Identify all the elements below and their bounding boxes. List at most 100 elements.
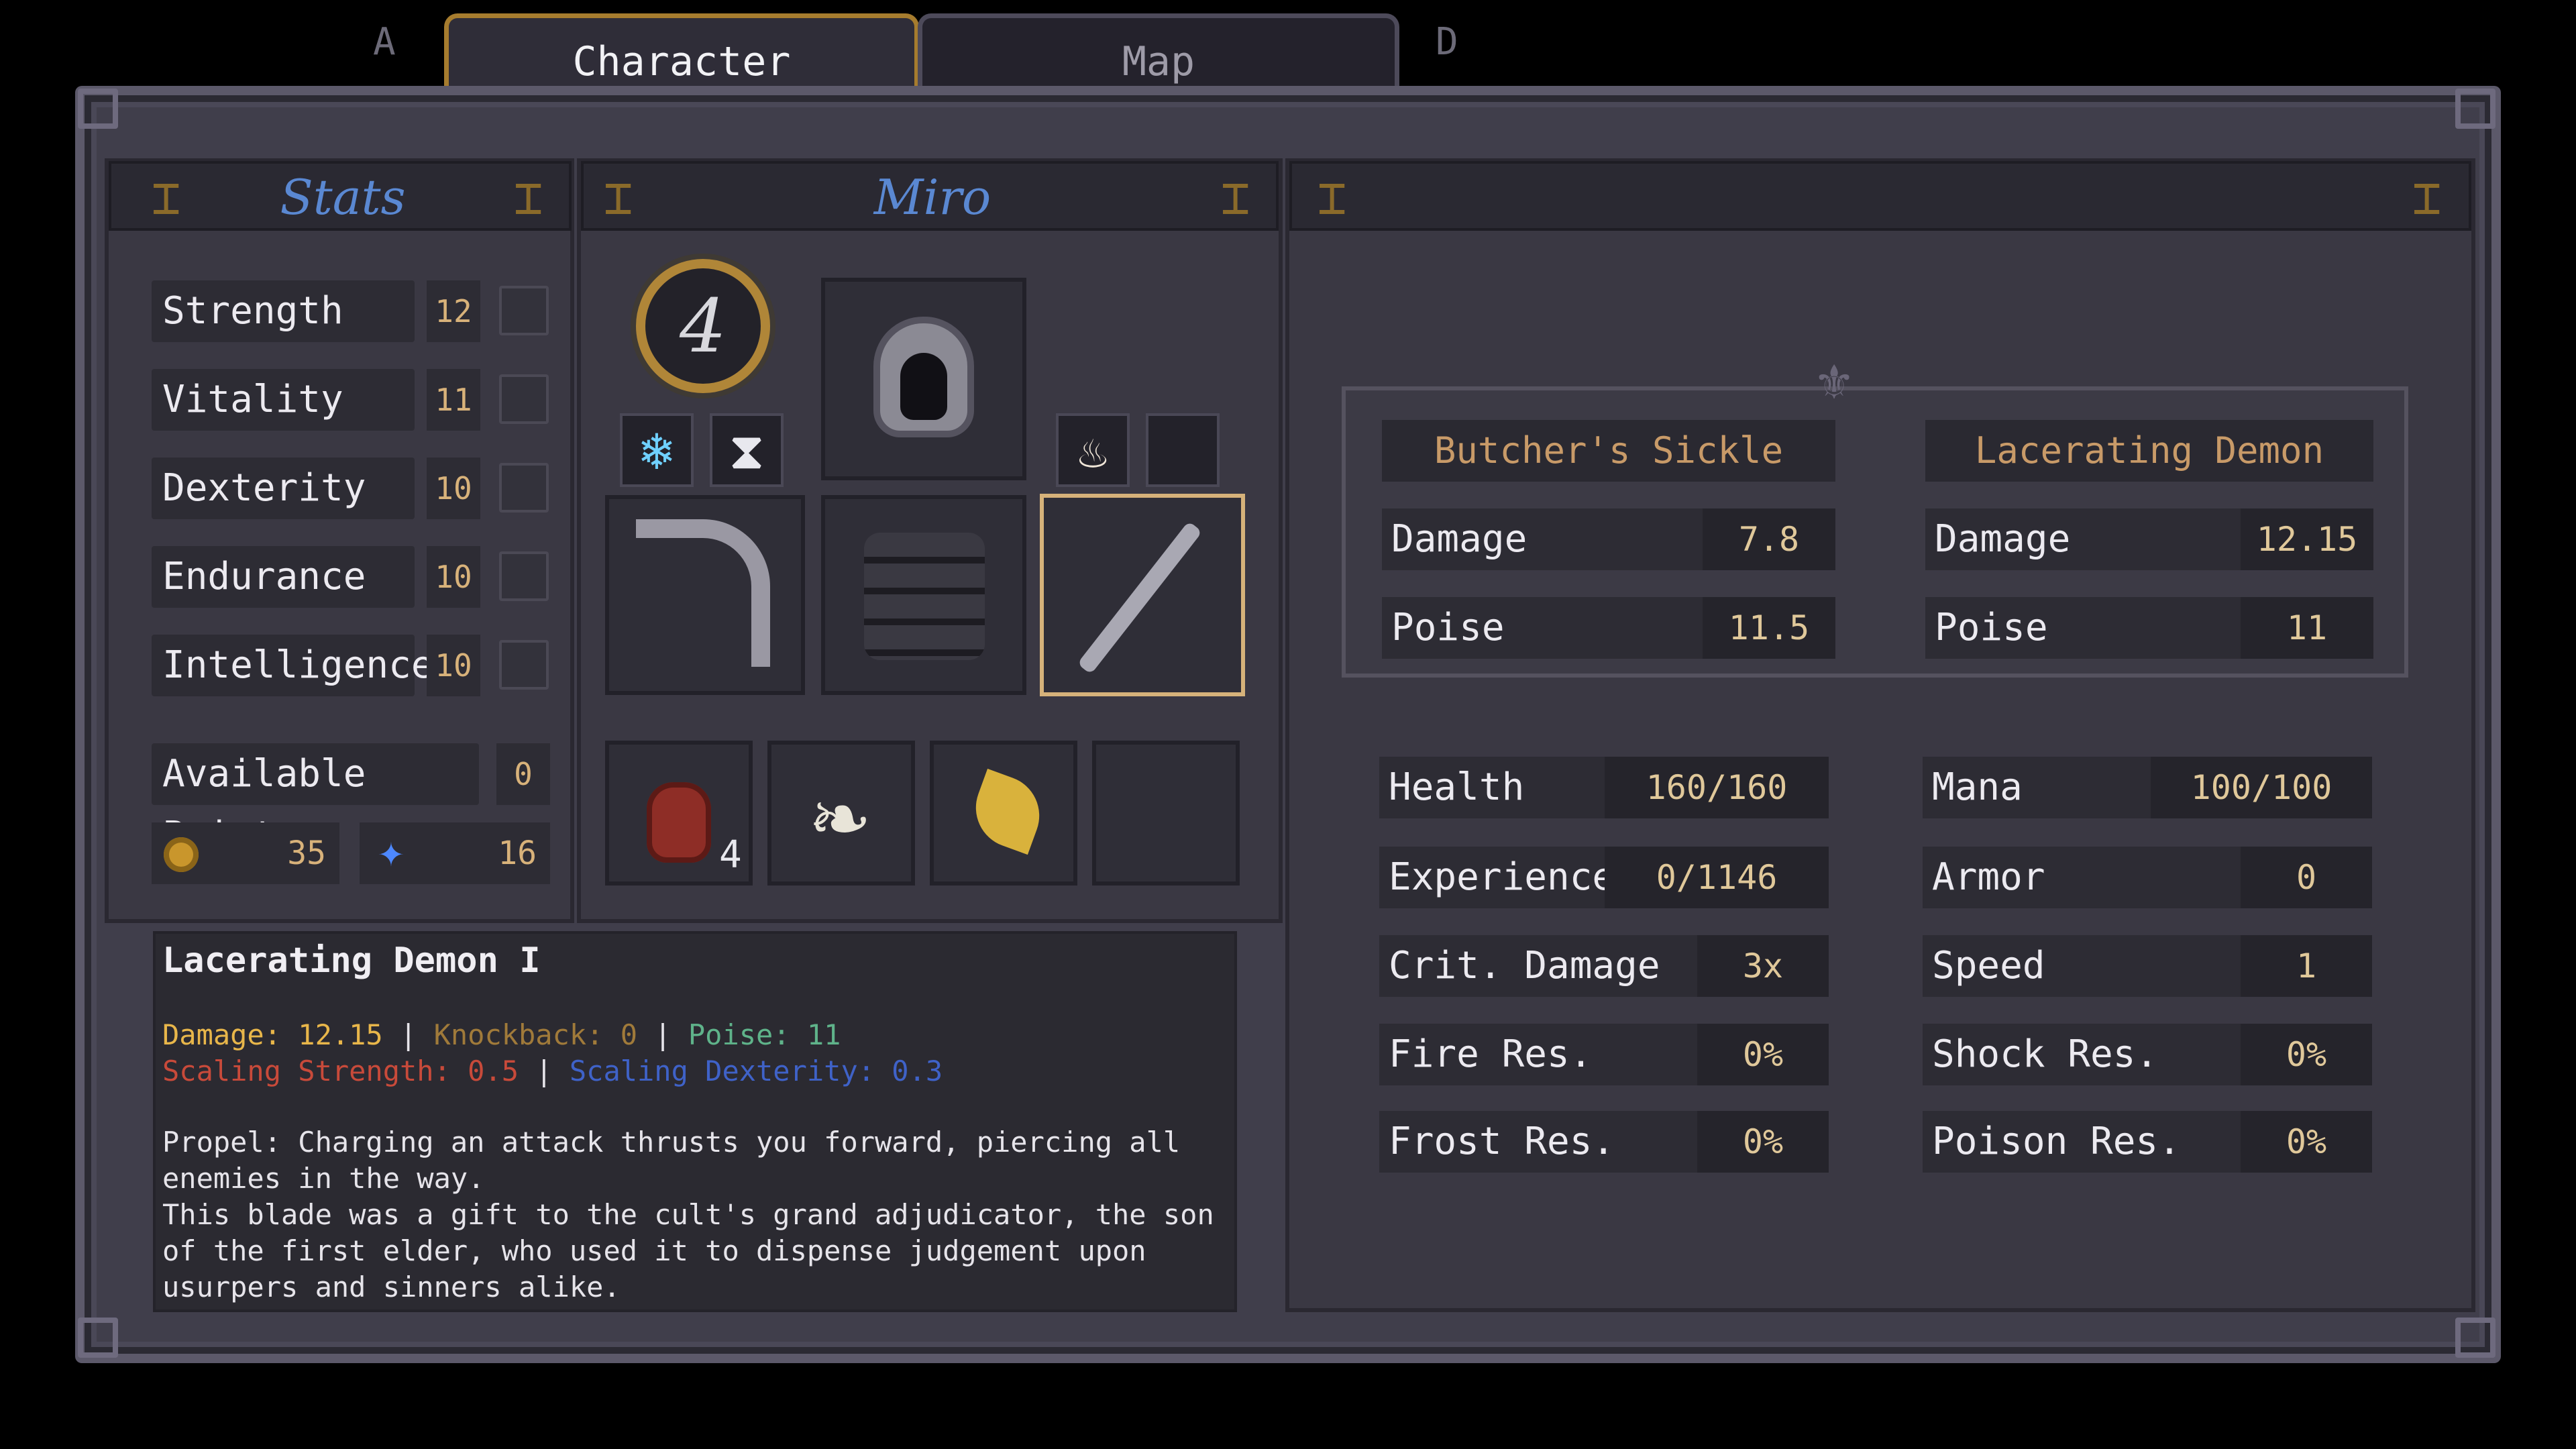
prev-tab-key-hint: A xyxy=(373,20,396,64)
increase-dexterity-button[interactable] xyxy=(499,463,549,513)
stat-value-vitality: 11 xyxy=(427,369,480,431)
leaf-icon xyxy=(964,768,1051,855)
stats-title: Stats xyxy=(280,169,406,225)
shock-res-label: Shock Res. xyxy=(1923,1024,2241,1085)
item-description-panel: Lacerating Demon I Damage: 12.15 | Knock… xyxy=(153,931,1237,1312)
equipped-poise-value: 11.5 xyxy=(1703,597,1835,659)
hood-armor-icon xyxy=(873,317,974,437)
gold-counter: 35 xyxy=(152,822,339,884)
flame-relic-slot[interactable]: ♨ xyxy=(1056,413,1130,487)
selected-poise-value: 11 xyxy=(2241,597,2373,659)
sword-weapon-icon xyxy=(1077,521,1203,675)
sickle-weapon-icon xyxy=(636,519,770,667)
armor-label: Armor xyxy=(1923,847,2241,908)
header-bracket-ornament: ⌶ xyxy=(2412,169,2442,225)
character-header: ⌶ Miro ⌶ xyxy=(581,161,1279,231)
increase-endurance-button[interactable] xyxy=(499,551,549,601)
consumable-slot-2[interactable]: ❧ xyxy=(767,741,915,885)
crit-damage-label: Crit. Damage xyxy=(1379,935,1697,997)
next-tab-key-hint: D xyxy=(1436,20,1458,64)
flame-relic-icon: ♨ xyxy=(1078,423,1108,479)
gold-coin-icon xyxy=(164,837,199,872)
stat-label-endurance: Endurance xyxy=(152,546,415,608)
health-value: 160/160 xyxy=(1605,757,1829,818)
frame-corner-ornament xyxy=(2455,1318,2496,1358)
selected-weapon-name: Lacerating Demon xyxy=(1925,420,2373,482)
stat-label-strength: Strength xyxy=(152,280,415,342)
experience-label: Experience xyxy=(1379,847,1615,908)
item-scaling-strength: Scaling Strength: 0.5 xyxy=(162,1055,519,1087)
body-armor-slot[interactable] xyxy=(821,495,1026,695)
item-poise: Poise: 11 xyxy=(688,1018,841,1051)
speed-value: 1 xyxy=(2241,935,2372,997)
speed-label: Speed xyxy=(1923,935,2241,997)
comparison-ornament: ⚜ xyxy=(1818,349,1851,411)
mana-label: Mana xyxy=(1923,757,2151,818)
increase-intelligence-button[interactable] xyxy=(499,640,549,690)
equipped-weapon-name: Butcher's Sickle xyxy=(1382,420,1835,482)
stat-value-intelligence: 10 xyxy=(427,635,480,696)
selected-damage-label: Damage xyxy=(1925,508,2241,570)
consumable-slot-1[interactable]: 4 xyxy=(605,741,753,885)
header-bracket-ornament: ⌶ xyxy=(1318,169,1347,225)
tab-character[interactable]: Character xyxy=(444,13,919,93)
equipped-poise-label: Poise xyxy=(1382,597,1703,659)
item-ability-text: Propel: Charging an attack thrusts you f… xyxy=(162,1126,1181,1195)
mana-value: 100/100 xyxy=(2151,757,2372,818)
poison-res-label: Poison Res. xyxy=(1923,1111,2241,1173)
head-armor-slot[interactable] xyxy=(821,278,1026,480)
frame-corner-ornament xyxy=(78,1318,118,1358)
item-damage: Damage: 12.15 xyxy=(162,1018,383,1051)
empty-relic-slot[interactable] xyxy=(1146,413,1220,487)
item-name: Lacerating Demon I xyxy=(162,941,541,981)
character-level-badge: 4 xyxy=(636,259,770,393)
equipped-damage-label: Damage xyxy=(1382,508,1703,570)
header-bracket-ornament: ⌶ xyxy=(514,169,543,225)
equipped-damage-value: 7.8 xyxy=(1703,508,1835,570)
increase-strength-button[interactable] xyxy=(499,286,549,335)
stat-value-dexterity: 10 xyxy=(427,458,480,519)
soul-orb-icon: ✦ xyxy=(378,825,405,877)
health-label: Health xyxy=(1379,757,1605,818)
stat-label-vitality: Vitality xyxy=(152,369,415,431)
stat-label-dexterity: Dexterity xyxy=(152,458,415,519)
shock-res-value: 0% xyxy=(2241,1024,2372,1085)
gold-amount: 35 xyxy=(287,835,326,872)
soul-amount: 16 xyxy=(498,835,537,872)
stats-header: ⌶ Stats ⌶ xyxy=(109,161,572,231)
selected-poise-label: Poise xyxy=(1925,597,2241,659)
main-weapon-slot[interactable] xyxy=(1040,494,1245,696)
item-stats-line: Damage: 12.15 | Knockback: 0 | Poise: 11 xyxy=(162,1017,841,1053)
fire-res-value: 0% xyxy=(1697,1024,1829,1085)
consumable-slot-3[interactable] xyxy=(930,741,1077,885)
frame-corner-ornament xyxy=(78,89,118,129)
hourglass-buff-icon[interactable]: ⧗ xyxy=(710,413,784,487)
chest-armor-icon xyxy=(864,533,985,660)
stat-value-strength: 12 xyxy=(427,280,480,342)
item-scaling-line: Scaling Strength: 0.5 | Scaling Dexterit… xyxy=(162,1053,943,1089)
item-lore-text: This blade was a gift to the cult's gran… xyxy=(162,1198,1214,1303)
tab-map[interactable]: Map xyxy=(918,13,1399,93)
armor-value: 0 xyxy=(2241,847,2372,908)
separator: | xyxy=(637,1018,688,1051)
available-points-value: 0 xyxy=(496,743,550,805)
consumable-slot-4[interactable] xyxy=(1092,741,1240,885)
separator: | xyxy=(519,1055,570,1087)
frost-res-label: Frost Res. xyxy=(1379,1111,1697,1173)
item-scaling-dexterity: Scaling Dexterity: 0.3 xyxy=(569,1055,943,1087)
character-name: Miro xyxy=(873,169,991,225)
crit-damage-value: 3x xyxy=(1697,935,1829,997)
frost-buff-icon[interactable]: ❄ xyxy=(620,413,694,487)
available-points-label: Available Points xyxy=(152,743,479,857)
offhand-weapon-slot[interactable] xyxy=(605,495,805,695)
stat-label-intelligence: Intelligence xyxy=(152,635,434,696)
poison-res-value: 0% xyxy=(2241,1111,2372,1173)
increase-vitality-button[interactable] xyxy=(499,374,549,424)
soul-counter: ✦ 16 xyxy=(360,822,550,884)
attributes-header: ⌶ ⌶ xyxy=(1289,161,2471,231)
consumable-count: 4 xyxy=(719,833,742,877)
frame-corner-ornament xyxy=(2455,89,2496,129)
frost-res-value: 0% xyxy=(1697,1111,1829,1173)
experience-value: 0/1146 xyxy=(1605,847,1829,908)
selected-damage-value: 12.15 xyxy=(2241,508,2373,570)
